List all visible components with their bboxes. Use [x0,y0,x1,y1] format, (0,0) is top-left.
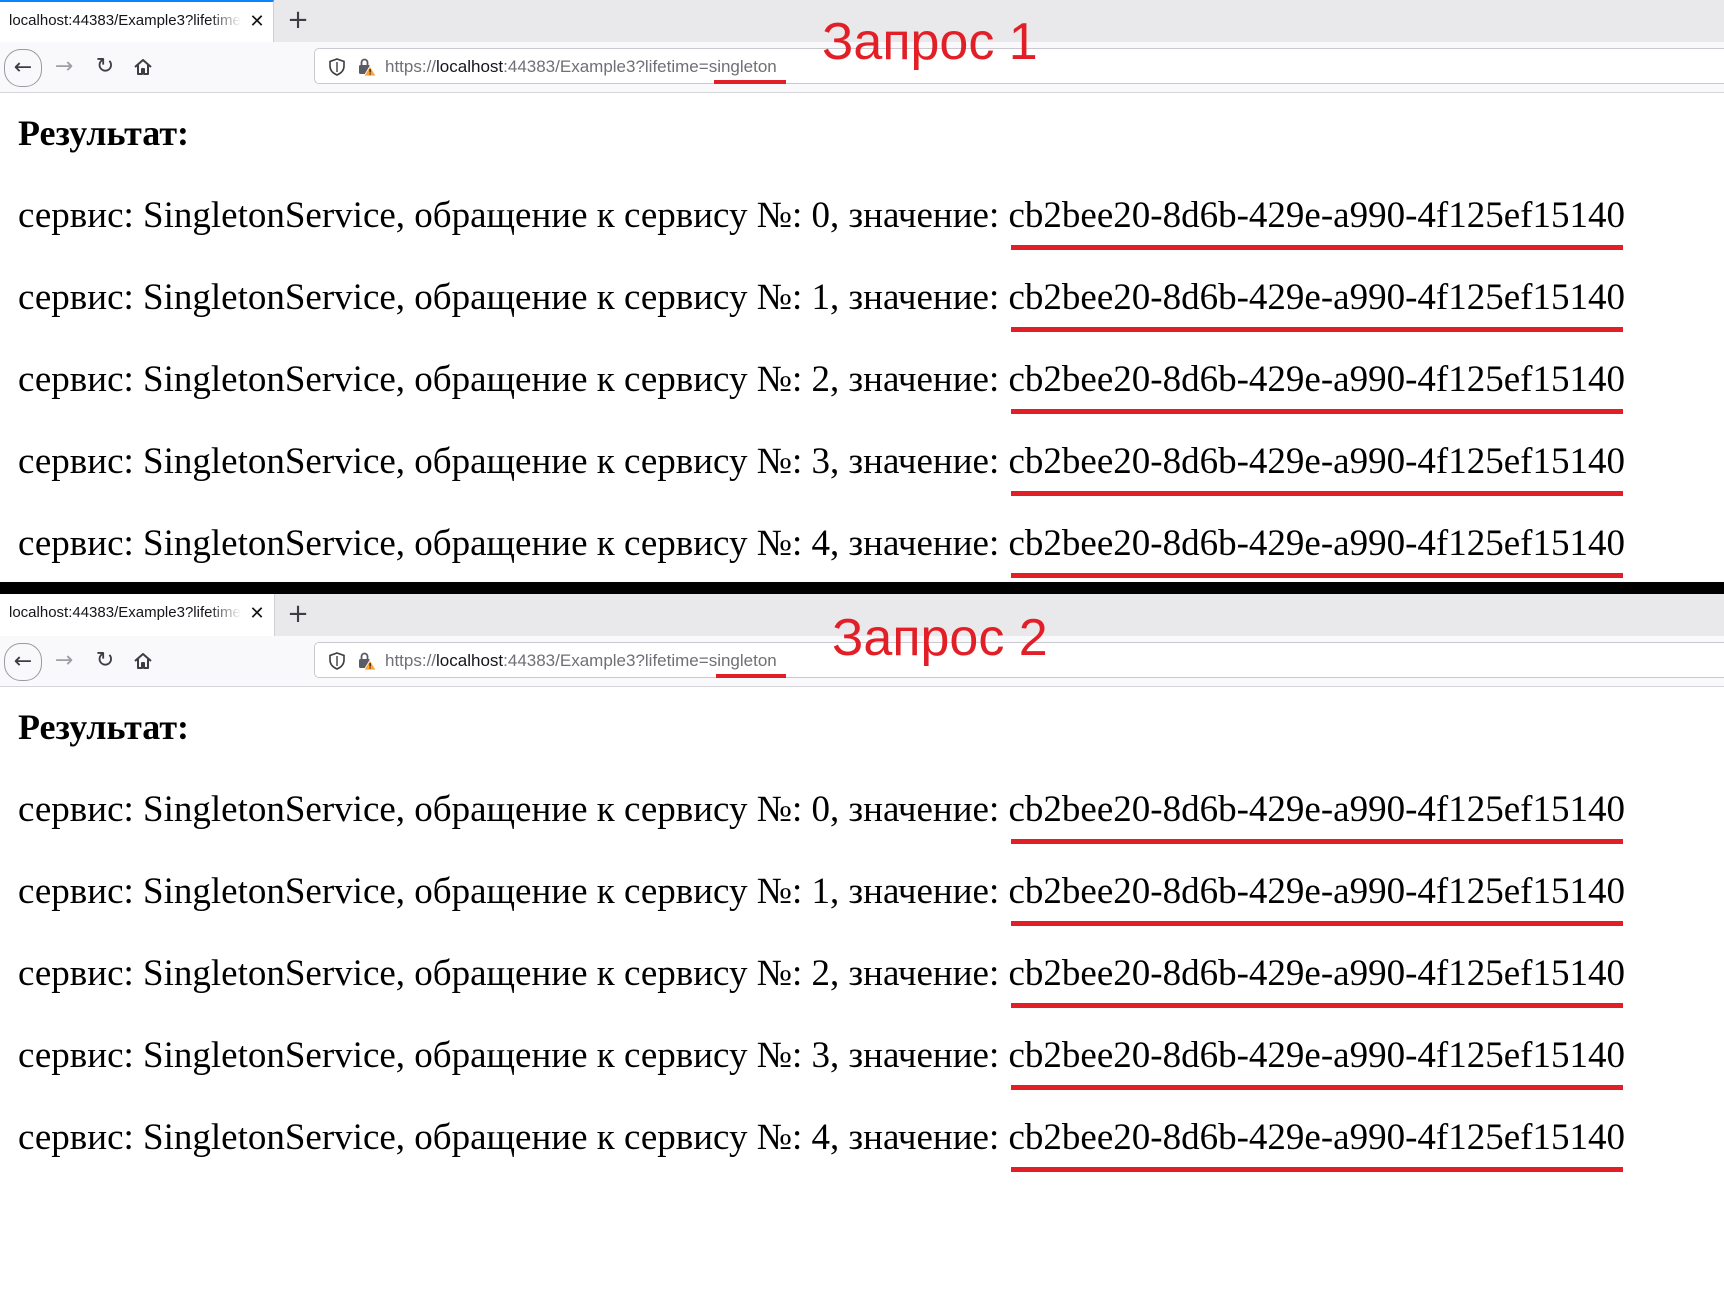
arrow-left-icon[interactable]: ← [4,49,42,87]
row-prefix: сервис: SingletonService, обращение к се… [18,441,1009,482]
url-text: https://localhost:44383/Example3?lifetim… [385,651,777,673]
arrow-right-icon[interactable]: → [47,50,81,84]
lock-warning-icon[interactable] [357,651,377,671]
value-underline [1010,409,1623,414]
row-value: cb2bee20-8d6b-429e-a990-4f125ef15140 [1008,871,1625,912]
result-row: сервис: SingletonService, обращение к се… [18,952,1625,1008]
reload-icon[interactable]: ↻ [88,644,122,678]
result-row: сервис: SingletonService, обращение к се… [18,870,1625,926]
result-row: сервис: SingletonService, обращение к се… [18,1116,1625,1172]
value-underline [1010,1085,1623,1090]
row-prefix: сервис: SingletonService, обращение к се… [18,523,1009,564]
plus-icon[interactable]: + [283,5,313,35]
row-prefix: сервис: SingletonService, обращение к се… [18,195,1009,236]
url-scheme: https:// [385,651,437,670]
row-value: cb2bee20-8d6b-429e-a990-4f125ef15140 [1008,953,1625,994]
request-label: Запрос 2 [832,609,1048,667]
result-row: сервис: SingletonService, обращение к се… [18,194,1625,250]
row-prefix: сервис: SingletonService, обращение к се… [18,1035,1009,1076]
row-value: cb2bee20-8d6b-429e-a990-4f125ef15140 [1008,441,1625,482]
tab-title: localhost:44383/Example3?lifetime [9,12,241,29]
row-value: cb2bee20-8d6b-429e-a990-4f125ef15140 [1008,277,1625,318]
result-heading: Результат: [18,113,190,153]
url-scheme: https:// [385,57,437,76]
url-path: :44383/Example3?lifetime= [503,57,709,76]
row-value: cb2bee20-8d6b-429e-a990-4f125ef15140 [1008,1035,1625,1076]
row-value: cb2bee20-8d6b-429e-a990-4f125ef15140 [1008,359,1625,400]
row-prefix: сервис: SingletonService, обращение к се… [18,277,1009,318]
row-value: cb2bee20-8d6b-429e-a990-4f125ef15140 [1008,195,1625,236]
arrow-left-icon[interactable]: ← [4,643,42,681]
result-row: сервис: SingletonService, обращение к се… [18,788,1625,844]
value-underline [1010,1003,1623,1008]
row-prefix: сервис: SingletonService, обращение к се… [18,871,1009,912]
home-icon[interactable] [126,644,160,678]
value-underline [1010,573,1623,578]
result-heading: Результат: [18,707,190,747]
result-row: сервис: SingletonService, обращение к се… [18,358,1625,414]
url-path: :44383/Example3?lifetime= [503,651,709,670]
url-param-value: singleton [708,651,777,670]
result-row: сервис: SingletonService, обращение к се… [18,276,1625,332]
tab-title: localhost:44383/Example3?lifetime [9,604,241,621]
arrow-right-icon[interactable]: → [47,644,81,678]
url-param-value: singleton [708,57,777,76]
value-underline [1010,327,1623,332]
home-icon[interactable] [126,50,160,84]
value-underline [1010,1167,1623,1172]
value-underline [1010,921,1623,926]
shield-icon[interactable] [329,58,345,76]
result-row: сервис: SingletonService, обращение к се… [18,522,1625,578]
request-2-panel: localhost:44383/Example3?lifetime ✕ + ← … [0,594,1724,1296]
url-host: localhost [436,57,504,76]
url-text: https://localhost:44383/Example3?lifetim… [385,57,777,79]
panel-separator [0,582,1724,594]
row-prefix: сервис: SingletonService, обращение к се… [18,953,1009,994]
url-param-underline [714,80,786,84]
row-value: cb2bee20-8d6b-429e-a990-4f125ef15140 [1008,523,1625,564]
row-prefix: сервис: SingletonService, обращение к се… [18,789,1009,830]
value-underline [1010,491,1623,496]
browser-tab[interactable]: localhost:44383/Example3?lifetime ✕ [0,594,275,636]
browser-tab[interactable]: localhost:44383/Example3?lifetime ✕ [0,0,274,42]
value-underline [1010,245,1623,250]
reload-icon[interactable]: ↻ [88,50,122,84]
lock-warning-icon[interactable] [357,57,377,77]
shield-icon[interactable] [329,652,345,670]
row-prefix: сервис: SingletonService, обращение к се… [18,1117,1009,1158]
row-value: cb2bee20-8d6b-429e-a990-4f125ef15140 [1008,1117,1625,1158]
request-label: Запрос 1 [822,13,1038,71]
url-host: localhost [436,651,504,670]
close-icon[interactable]: ✕ [247,11,267,33]
result-row: сервис: SingletonService, обращение к се… [18,1034,1625,1090]
request-1-panel: localhost:44383/Example3?lifetime ✕ + ← … [0,0,1724,582]
url-param-underline [716,674,786,678]
row-value: cb2bee20-8d6b-429e-a990-4f125ef15140 [1008,789,1625,830]
value-underline [1010,839,1623,844]
plus-icon[interactable]: + [283,599,313,629]
result-row: сервис: SingletonService, обращение к се… [18,440,1625,496]
close-icon[interactable]: ✕ [247,603,267,625]
row-prefix: сервис: SingletonService, обращение к се… [18,359,1009,400]
